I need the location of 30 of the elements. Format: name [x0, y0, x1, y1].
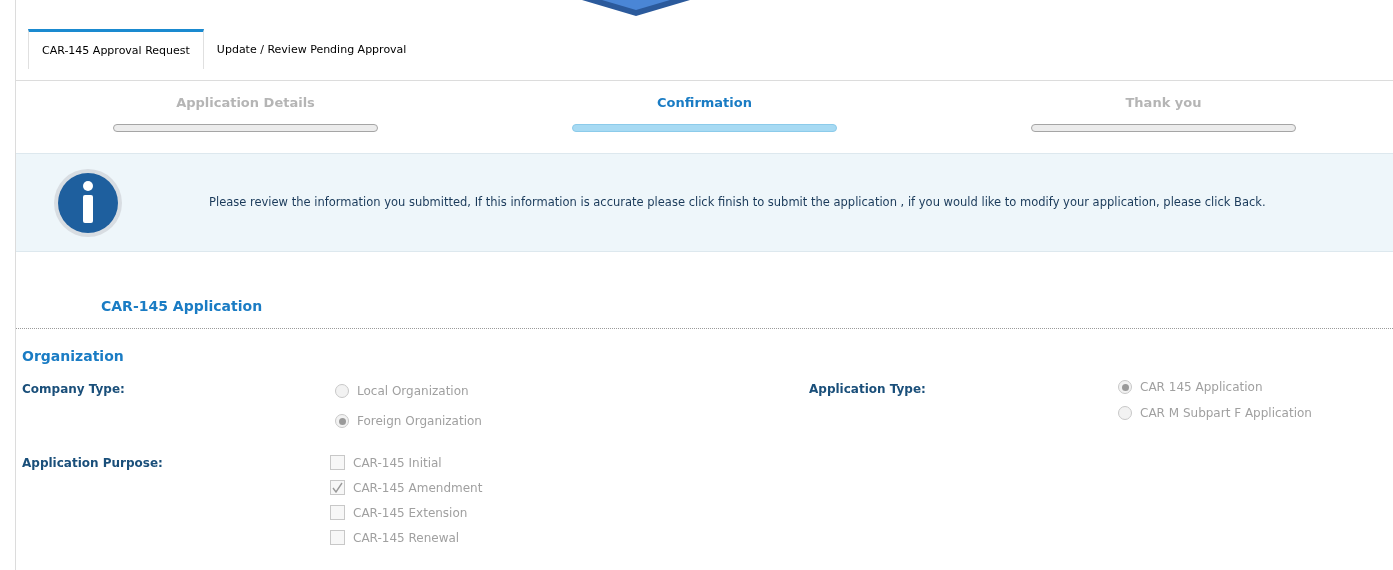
checkbox[interactable] — [330, 530, 345, 545]
radio-button[interactable] — [335, 384, 349, 398]
info-icon — [53, 167, 123, 238]
radio-label: Foreign Organization — [357, 413, 482, 430]
checkbox[interactable] — [330, 505, 345, 520]
step-label: Application Details — [176, 94, 315, 112]
checkbox-label: CAR-145 Amendment — [353, 479, 483, 497]
logo-icon — [582, 0, 690, 16]
form-title: CAR-145 Application — [101, 298, 263, 314]
radio-label: Local Organization — [357, 383, 469, 400]
radio-label: CAR M Subpart F Application — [1140, 405, 1312, 422]
checkbox[interactable] — [330, 480, 345, 495]
step-label: Confirmation — [657, 94, 752, 112]
tab[interactable]: CAR-145 Approval Request — [28, 29, 204, 69]
checkbox-label: CAR-145 Extension — [353, 504, 468, 522]
checkbox[interactable] — [330, 455, 345, 470]
radio-button[interactable] — [1118, 406, 1132, 420]
radio-label: CAR 145 Application — [1140, 379, 1263, 396]
tab[interactable]: Update / Review Pending Approval — [203, 29, 420, 69]
field-label: Company Type: — [22, 382, 125, 396]
checkbox-label: CAR-145 Initial — [353, 454, 442, 472]
radio-button[interactable] — [1118, 380, 1132, 394]
radio-button[interactable] — [335, 414, 349, 428]
checkmark-icon — [332, 482, 343, 493]
field-label: Application Purpose: — [22, 456, 163, 470]
section-title: Organization — [22, 348, 124, 364]
field-label: Application Type: — [809, 382, 926, 396]
checkbox-label: CAR-145 Renewal — [353, 529, 460, 547]
info-message: Please review the information you submitted, If this information is accurate please click finish to submit the application , if you would like to modify your application, please click Back. — [209, 193, 1266, 211]
step-label: Thank you — [1125, 94, 1202, 112]
